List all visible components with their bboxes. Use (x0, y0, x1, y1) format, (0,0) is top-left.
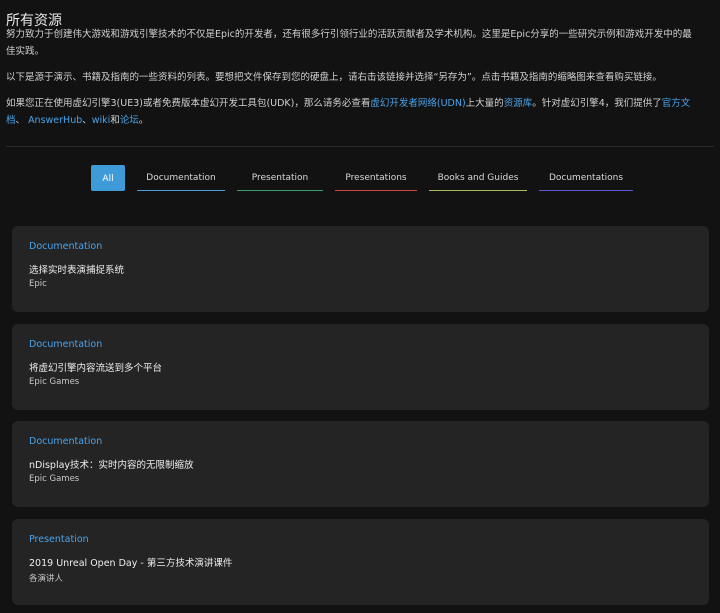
intro-paragraph-3: 如果您正在使用虚幻引擎3(UE3)或者免费版本虚幻开发工具包(UDK)，那么请务… (6, 95, 696, 129)
intro-text: 和 (110, 115, 120, 126)
card-category: Documentation (29, 436, 103, 447)
intro-separator: 、 (82, 115, 92, 126)
divider (6, 146, 714, 147)
intro-text: 如果您正在使用虚幻引擎3(UE3)或者免费版本虚幻开发工具包(UDK)，那么请务… (6, 98, 371, 109)
intro-paragraph-1: 努力致力于创建伟大游戏和游戏引擎技术的不仅是Epic的开发者，还有很多行引领行业… (6, 29, 692, 57)
card-category: Presentation (29, 534, 89, 545)
intro-text: 。 (138, 115, 149, 126)
card-author: Epic Games (29, 377, 80, 387)
resource-card[interactable]: Presentation 2019 Unreal Open Day - 第三方技… (12, 519, 709, 605)
resource-card[interactable]: Documentation 将虚幻引擎内容流送到多个平台 Epic Games (12, 324, 709, 410)
card-category: Documentation (29, 339, 103, 350)
card-title[interactable]: nDisplay技术：实时内容的无限制缩放 (29, 457, 194, 471)
card-category: Documentation (29, 241, 103, 252)
tab-documentations[interactable]: Documentations (539, 165, 633, 191)
answerhub-link[interactable]: AnswerHub (28, 115, 82, 126)
tab-documentation[interactable]: Documentation (137, 165, 225, 191)
card-author: 各演讲人 (29, 574, 64, 584)
intro-text: 上大量的 (465, 98, 504, 109)
resource-library-link[interactable]: 资源库 (504, 98, 533, 109)
forum-link[interactable]: 论坛 (120, 115, 139, 126)
intro-separator: 、 (15, 115, 26, 126)
card-title[interactable]: 选择实时表演捕捉系统 (29, 262, 124, 276)
resource-card[interactable]: Documentation 选择实时表演捕捉系统 Epic (12, 226, 709, 312)
card-title[interactable]: 将虚幻引擎内容流送到多个平台 (29, 360, 162, 374)
tab-books-and-guides[interactable]: Books and Guides (429, 165, 527, 191)
intro-text: 。针对虚幻引擎4，我们提供了 (532, 98, 662, 109)
tab-all[interactable]: All (91, 165, 125, 191)
intro-paragraph-2: 以下是源于演示、书籍及指南的一些资料的列表。要想把文件保存到您的硬盘上，请右击该… (6, 72, 662, 83)
card-author: Epic (29, 279, 47, 289)
tab-presentation[interactable]: Presentation (237, 165, 323, 191)
tab-presentations[interactable]: Presentations (335, 165, 417, 191)
card-title[interactable]: 2019 Unreal Open Day - 第三方技术演讲课件 (29, 555, 232, 569)
card-author: Epic Games (29, 474, 80, 484)
resource-card[interactable]: Documentation nDisplay技术：实时内容的无限制缩放 Epic… (12, 421, 709, 507)
wiki-link[interactable]: wiki (92, 115, 111, 126)
filter-tabs: All Documentation Presentation Presentat… (91, 165, 633, 191)
udn-link[interactable]: 虚幻开发者网络(UDN) (370, 98, 465, 109)
